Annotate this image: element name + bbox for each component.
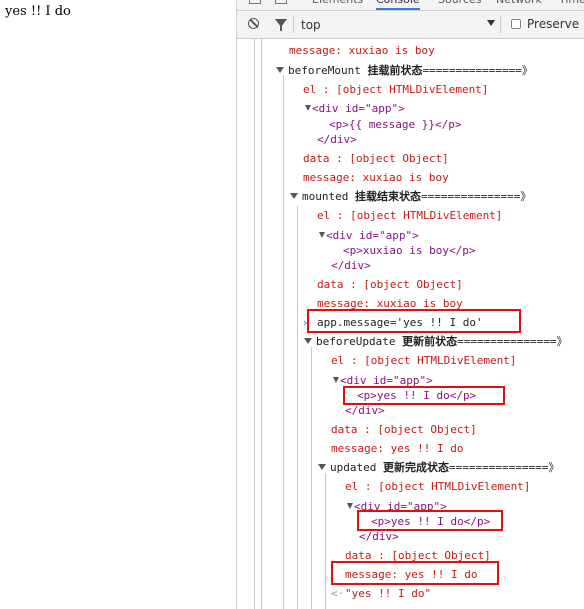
console-toolbar: top Preserve lo [237, 11, 584, 39]
tab-network[interactable]: Network [496, 0, 542, 8]
expand-triangle-icon[interactable] [276, 67, 284, 73]
tab-console[interactable]: Console [376, 0, 420, 10]
filter-icon[interactable] [275, 19, 287, 31]
expand-triangle-icon[interactable] [333, 377, 339, 383]
highlight-box [357, 510, 503, 531]
expand-triangle-icon[interactable] [319, 232, 325, 238]
log-data: data : [object Object] [303, 152, 449, 165]
dropdown-arrow-icon[interactable] [487, 20, 495, 26]
page-viewport: yes !! I do [0, 0, 236, 609]
group-beforeupdate[interactable]: beforeUpdate 更新前状态===============》 [304, 335, 567, 349]
log-el: el : [object HTMLDivElement] [331, 354, 517, 367]
tree-guide [261, 39, 262, 609]
highlight-box [343, 386, 505, 405]
clear-console-icon[interactable] [248, 18, 259, 29]
group-beforemount[interactable]: beforeMount 挂载前状态===============》 [276, 64, 533, 78]
page-text: yes !! I do [5, 4, 71, 19]
log-data: data : [object Object] [331, 423, 477, 436]
expand-triangle-icon[interactable] [290, 193, 298, 199]
device-icon[interactable] [275, 0, 287, 4]
tab-elements[interactable]: Elements [312, 0, 363, 8]
tree-guide [311, 347, 312, 609]
highlight-box [307, 309, 521, 333]
expand-triangle-icon[interactable] [305, 105, 311, 111]
console-log: message: xuxiao is boy beforeMount 挂载前状态… [237, 39, 584, 609]
tab-timeline[interactable]: Time [559, 0, 584, 8]
group-updated[interactable]: updated 更新完成状态===============》 [318, 461, 559, 475]
log-data: data : [object Object] [317, 278, 463, 291]
toolbar-divider [500, 16, 501, 33]
log-el: el : [object HTMLDivElement] [303, 83, 489, 96]
expand-triangle-icon[interactable] [304, 338, 312, 344]
log-message: message: xuxiao is boy [303, 171, 449, 184]
inspect-icon[interactable] [249, 0, 261, 4]
expand-triangle-icon[interactable] [318, 464, 326, 470]
dom-node-close: </div> [317, 133, 357, 146]
context-select[interactable]: top [301, 18, 321, 32]
log-message: message: xuxiao is boy [289, 44, 435, 57]
tree-guide [297, 206, 298, 609]
dom-node[interactable]: <div id="app"> [305, 102, 405, 116]
dom-node-p[interactable]: <p>xuxiao is boy</p> [343, 244, 475, 258]
return-arrow-icon: <· [331, 587, 345, 600]
log-el: el : [object HTMLDivElement] [317, 209, 503, 222]
group-mounted[interactable]: mounted 挂载结束状态===============》 [290, 190, 531, 204]
dom-node-p[interactable]: <p>{{ message }}</p> [329, 118, 461, 132]
devtools-tabbar: Elements Console Sources Network Time [237, 0, 584, 11]
preserve-log-checkbox[interactable] [511, 19, 521, 29]
expand-triangle-icon[interactable] [347, 503, 353, 509]
tree-guide [283, 75, 284, 609]
preserve-log-label: Preserve lo [527, 17, 584, 31]
console-result: "yes !! I do" [345, 587, 432, 600]
dom-node[interactable]: <div id="app"> [319, 229, 419, 243]
devtools-panel: Elements Console Sources Network Time to… [236, 0, 584, 609]
log-message: message: yes !! I do [331, 442, 464, 455]
dom-node-close: </div> [345, 404, 385, 417]
toolbar-divider [293, 16, 294, 33]
tree-guide [254, 39, 255, 609]
tab-sources[interactable]: Sources [438, 0, 482, 8]
log-el: el : [object HTMLDivElement] [345, 480, 531, 493]
highlight-box [331, 561, 499, 585]
tree-guide [325, 473, 326, 609]
dom-node-close: </div> [331, 259, 371, 272]
dom-node-close: </div> [359, 530, 399, 543]
